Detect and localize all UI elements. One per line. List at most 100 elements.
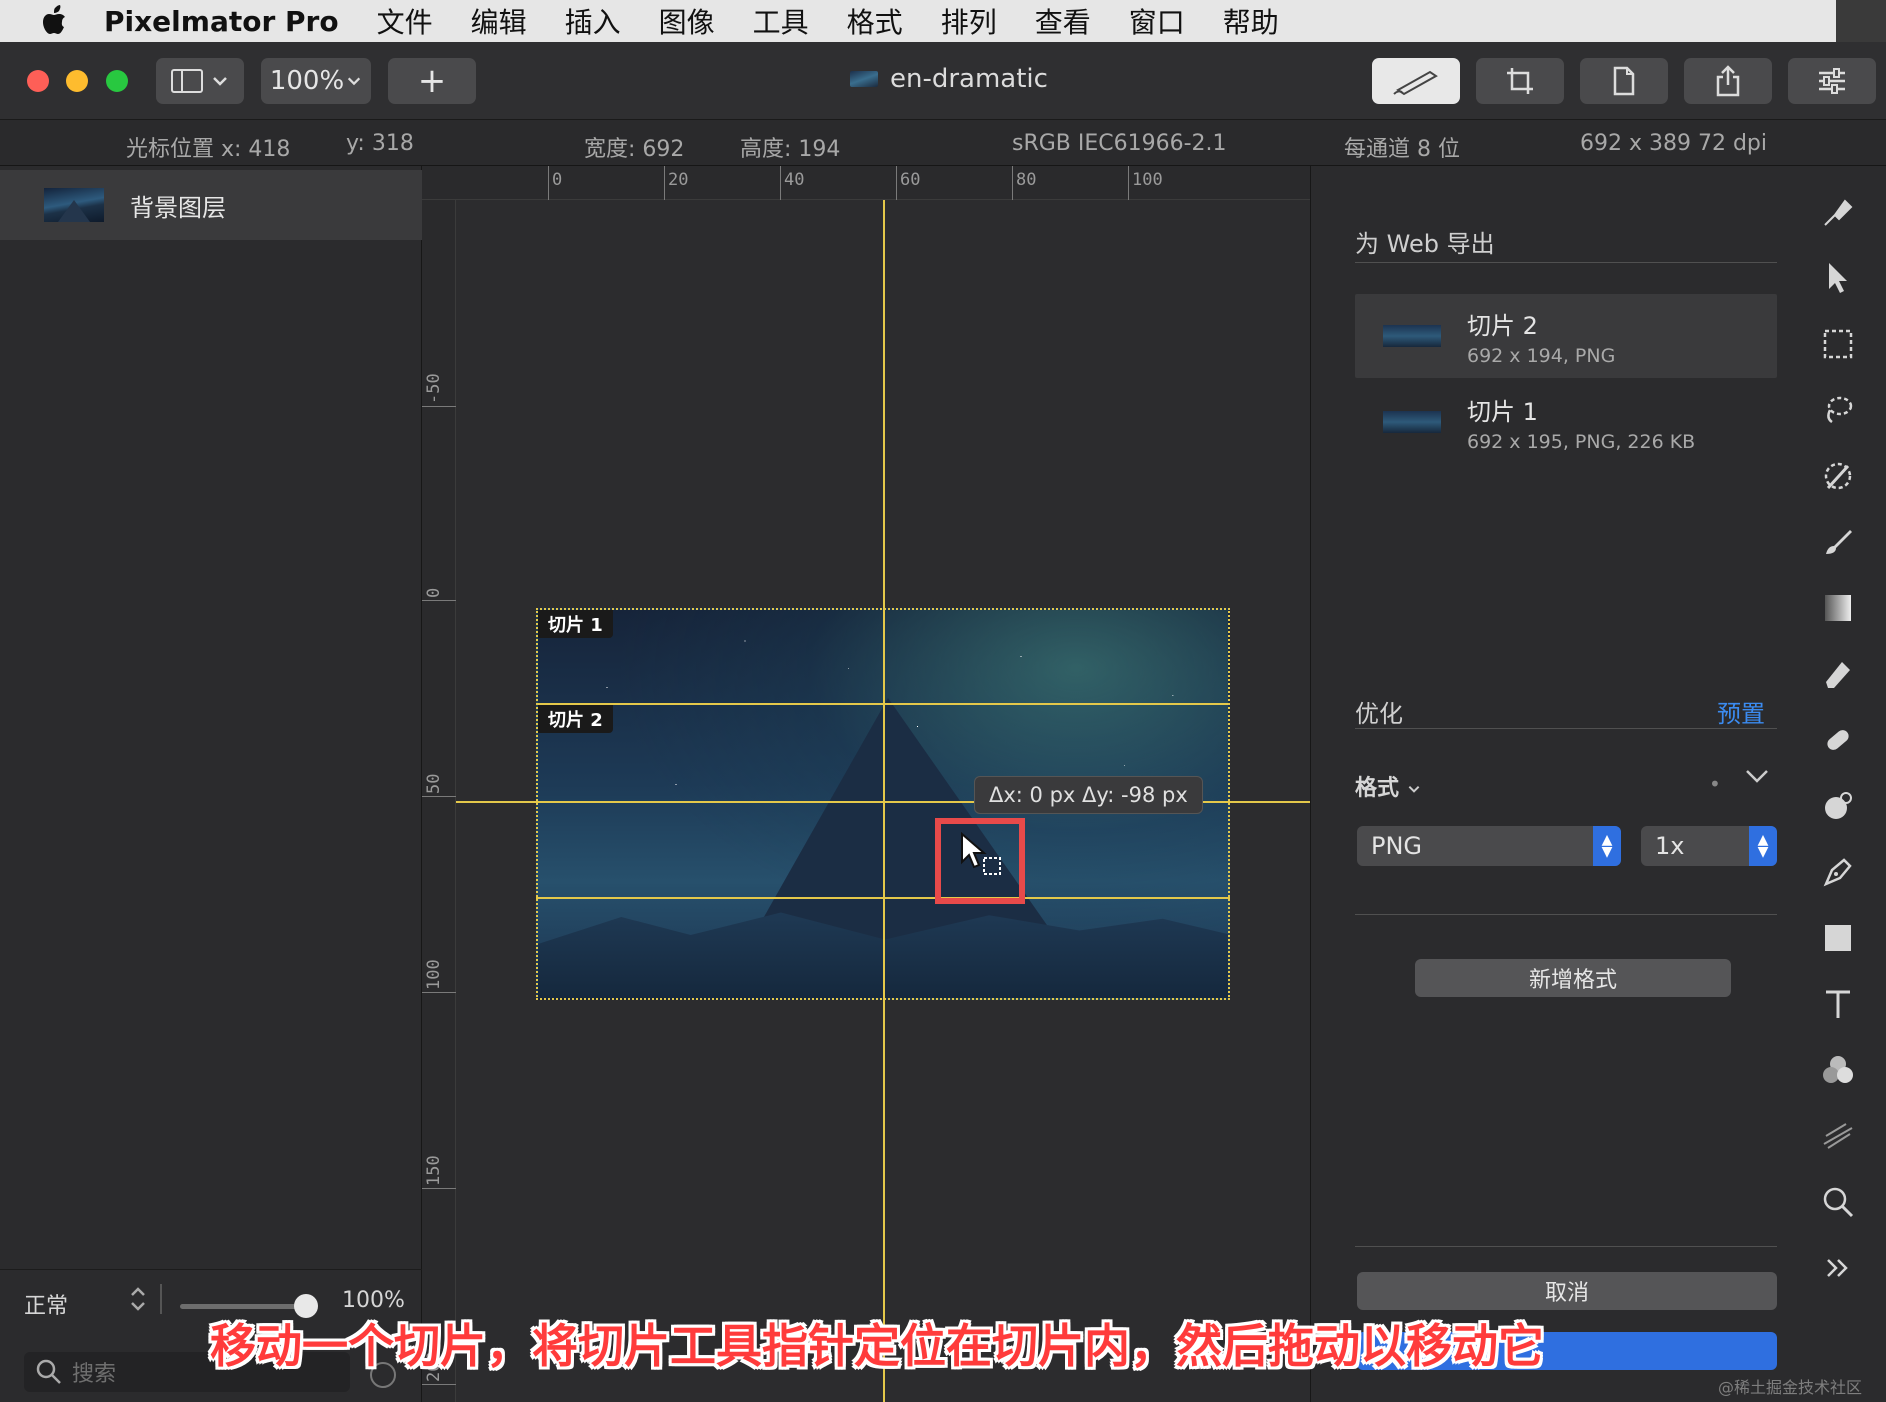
share-icon: [1716, 65, 1740, 97]
arrange-tool[interactable]: [1818, 258, 1858, 298]
share-button[interactable]: [1684, 58, 1772, 104]
slice-boundary[interactable]: [536, 703, 1230, 705]
ruler-label: -50: [424, 373, 444, 404]
format-section-toggle[interactable]: 格式: [1355, 770, 1421, 802]
crop-icon: [1507, 68, 1533, 94]
slice-title: 切片 2: [1467, 311, 1538, 340]
retouch-tool[interactable]: [1818, 720, 1858, 760]
menu-arrange[interactable]: 排列: [941, 1, 997, 41]
sidebar-toggle-icon: [171, 69, 203, 93]
ruler-label: 150: [424, 1155, 444, 1186]
blend-mode-select[interactable]: 正常: [24, 1288, 68, 1320]
menubar-status-area: [1836, 0, 1886, 42]
slice-2-tag[interactable]: 切片 2: [538, 705, 613, 733]
menu-view[interactable]: 查看: [1035, 1, 1091, 41]
adjust-icon: [1819, 68, 1845, 94]
slice-boundary[interactable]: [536, 897, 1230, 899]
window-toolbar: 100% + en-dramatic: [0, 42, 1886, 120]
document-mode-button[interactable]: [1580, 58, 1668, 104]
quick-selection-tool[interactable]: [1818, 456, 1858, 496]
menu-window[interactable]: 窗口: [1129, 1, 1185, 41]
marquee-icon: [1823, 329, 1853, 359]
add-format-button[interactable]: 新增格式: [1415, 959, 1731, 997]
panel-heading: 为 Web 导出: [1355, 230, 1495, 258]
layer-name: 背景图层: [130, 193, 226, 222]
ruler-tick: [1012, 166, 1013, 200]
zoom-value: 100%: [269, 66, 345, 96]
tools-sidebar: [1790, 166, 1886, 1402]
crop-mode-button[interactable]: [1476, 58, 1564, 104]
ruler-label: 100: [1132, 170, 1163, 190]
shape-tool[interactable]: [1818, 918, 1858, 958]
minimize-window-button[interactable]: [66, 70, 88, 92]
selection-tool[interactable]: [1818, 324, 1858, 364]
menu-help[interactable]: 帮助: [1223, 1, 1279, 41]
lasso-tool[interactable]: [1818, 390, 1858, 430]
format-select-value: PNG: [1371, 832, 1423, 860]
slice-list-item[interactable]: 切片 2 692 x 194, PNG: [1355, 294, 1777, 378]
menu-format[interactable]: 格式: [847, 1, 903, 41]
height-readout: 高度: 194: [740, 137, 841, 162]
app-menu[interactable]: Pixelmator Pro: [104, 5, 339, 38]
presets-link[interactable]: 预置: [1717, 694, 1765, 729]
document-icon: [1613, 66, 1635, 96]
layer-item[interactable]: 背景图层: [0, 170, 422, 240]
ruler-tick: [664, 166, 665, 200]
ruler-label: 100: [424, 959, 444, 990]
format-select[interactable]: PNG ▲ ▼: [1357, 826, 1621, 866]
cancel-button[interactable]: 取消: [1357, 1272, 1777, 1310]
ruler-label: 50: [424, 773, 444, 794]
menu-tools[interactable]: 工具: [753, 1, 809, 41]
scale-select[interactable]: 1x ▲ ▼: [1641, 826, 1777, 866]
tutorial-caption: 移动一个切片，将切片工具指针定位在切片内，然后拖动以移动它: [210, 1319, 1544, 1373]
divider: [1355, 914, 1777, 915]
slice-thumbnail: [1383, 411, 1441, 433]
pen-tool[interactable]: [1818, 852, 1858, 892]
watermark: @稀土掘金技术社区: [1718, 1378, 1863, 1397]
sidebar-toggle-button[interactable]: [156, 58, 244, 104]
color-adjust-tool[interactable]: [1818, 1050, 1858, 1090]
export-for-web-panel: 为 Web 导出 切片 2 692 x 194, PNG 切片 1 692 x …: [1310, 166, 1790, 1402]
ruler-label: 60: [900, 170, 921, 190]
distort-tool[interactable]: [1818, 1116, 1858, 1156]
effects-tool[interactable]: [1818, 786, 1858, 826]
canvas-area[interactable]: 0 20 40 60 80 100 -50 0 50 100 150 200 切…: [422, 166, 1310, 1402]
chevron-down-icon: [348, 77, 361, 86]
apple-icon[interactable]: [40, 5, 70, 37]
horizontal-ruler: 0 20 40 60 80 100: [422, 166, 1310, 200]
more-tools-icon: [1827, 1259, 1848, 1277]
gradient-tool[interactable]: [1818, 588, 1858, 628]
maximize-window-button[interactable]: [106, 70, 128, 92]
add-button[interactable]: +: [388, 58, 476, 104]
paint-tool[interactable]: [1818, 522, 1858, 562]
chevron-down-icon[interactable]: [1743, 766, 1771, 786]
zoom-icon: [1823, 1187, 1854, 1218]
vertical-ruler: -50 0 50 100 150 200: [422, 200, 456, 1402]
gradient-icon: [1825, 595, 1851, 621]
type-tool[interactable]: [1818, 984, 1858, 1024]
zoom-menu-button[interactable]: 100%: [261, 58, 371, 104]
ruler-tick: [422, 992, 456, 993]
more-tools-button[interactable]: [1818, 1248, 1858, 1288]
divider: [160, 1284, 162, 1314]
paint-mode-button[interactable]: [1372, 58, 1460, 104]
ruler-tick: [422, 1384, 456, 1385]
menu-bar: Pixelmator Pro 文件 编辑 插入 图像 工具 格式 排列 查看 窗…: [0, 0, 1886, 42]
chevron-down-icon: [213, 77, 227, 86]
menu-file[interactable]: 文件: [377, 1, 433, 41]
up-down-chevron-icon[interactable]: [126, 1284, 150, 1314]
menu-edit[interactable]: 编辑: [471, 1, 527, 41]
slice-meta: 692 x 195, PNG, 226 KB: [1467, 430, 1696, 453]
style-tool[interactable]: [1818, 192, 1858, 232]
slice-list-item[interactable]: 切片 1 692 x 195, PNG, 226 KB: [1355, 380, 1777, 464]
slice-1-tag[interactable]: 切片 1: [538, 610, 613, 638]
zoom-tool[interactable]: [1818, 1182, 1858, 1222]
adjust-button[interactable]: [1788, 58, 1876, 104]
divider: [1355, 728, 1777, 729]
opacity-slider-track[interactable]: [180, 1304, 310, 1309]
erase-tool[interactable]: [1818, 654, 1858, 694]
close-window-button[interactable]: [27, 70, 49, 92]
menu-image[interactable]: 图像: [659, 1, 715, 41]
image-size-readout: 692 x 389 72 dpi: [1580, 131, 1768, 156]
menu-insert[interactable]: 插入: [565, 1, 621, 41]
